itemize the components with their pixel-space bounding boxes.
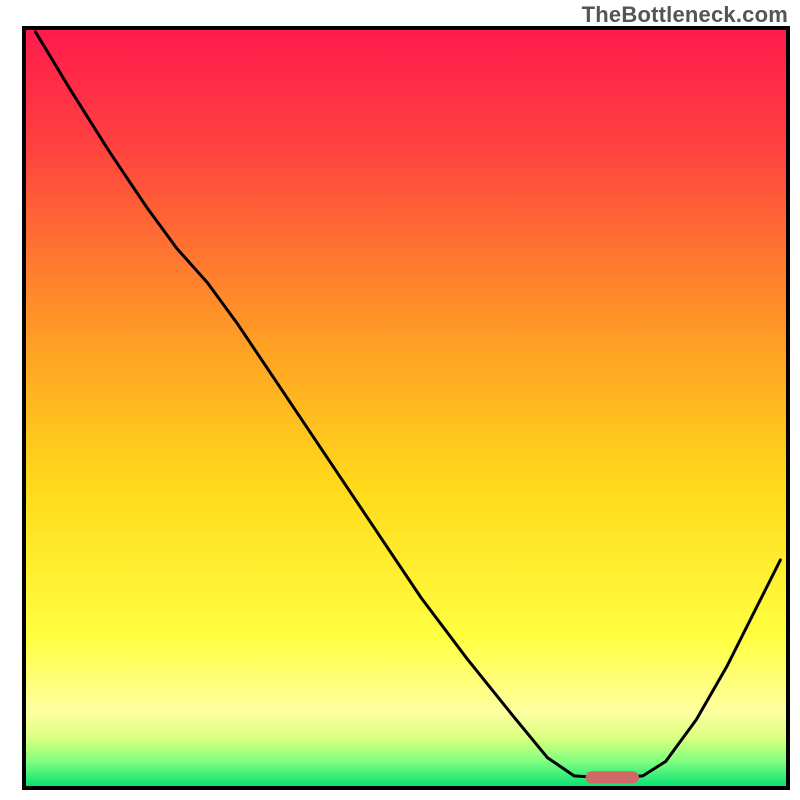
plot-background	[24, 28, 788, 788]
chart-container: TheBottleneck.com	[0, 0, 800, 800]
bottleneck-chart	[0, 0, 800, 800]
optimal-range-marker	[586, 771, 639, 783]
watermark-text: TheBottleneck.com	[582, 2, 788, 28]
